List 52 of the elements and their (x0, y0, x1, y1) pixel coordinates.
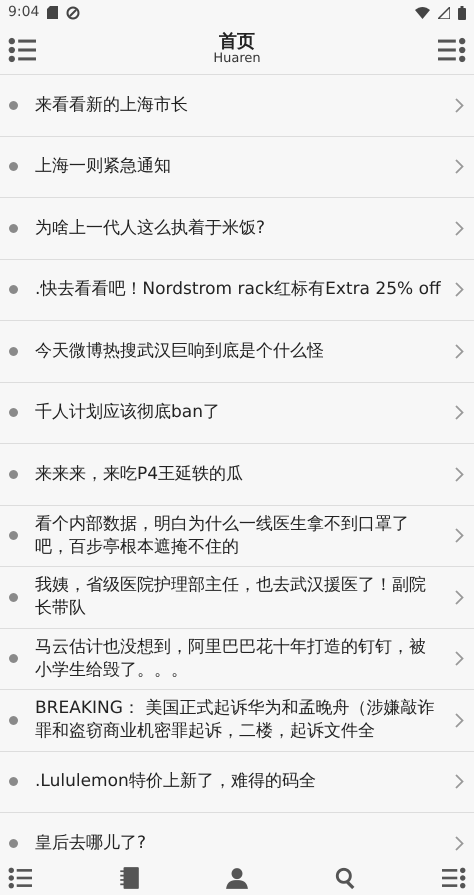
list-item[interactable]: 为啥上一代人这么执着于米饭? (0, 198, 474, 260)
chevron-icon (455, 651, 464, 666)
bullet-icon (9, 285, 18, 294)
chevron-icon (455, 836, 464, 851)
bullet-icon (9, 346, 18, 356)
chevron-icon (455, 282, 464, 298)
wifi-icon (415, 6, 430, 18)
list-item[interactable]: .快去看看吧！Nordstrom rack红标有Extra 25% off (0, 260, 474, 321)
page-subtitle: Huaren (213, 52, 261, 67)
list-item[interactable]: BREAKING： 美国正式起诉华为和孟晚舟（涉嫌敲诈罪和盗窃商业机密罪起诉，二楼，起诉文件全 (0, 690, 474, 752)
chevron-icon (455, 344, 464, 359)
chevron-icon (455, 466, 464, 482)
chevron-icon (455, 590, 464, 605)
menu-icon[interactable] (442, 866, 466, 890)
person-icon[interactable] (225, 866, 249, 890)
list-item[interactable]: 千人计划应该彻底ban了 (0, 382, 474, 444)
list-item[interactable]: .Lululemon特价上新了，难得的码全 (0, 752, 474, 813)
bullet-icon (9, 531, 18, 540)
bullet-icon (9, 838, 18, 848)
list-item[interactable]: 看个内部数据，明白为什么一线医生拿不到口罩了吧，百步亭根本遮掩不住的 (0, 506, 474, 567)
bullet-icon (9, 654, 18, 664)
chevron-icon (455, 712, 464, 728)
sync-icon (66, 6, 80, 20)
chevron-icon (455, 220, 464, 236)
bullet-icon (9, 408, 18, 418)
bullet-icon (9, 100, 18, 110)
bullet-icon (9, 470, 18, 479)
bullet-icon (9, 592, 18, 602)
list-item[interactable]: 今天微博热搜武汉巨响到底是个什么怪 (0, 321, 474, 382)
chevron-icon (455, 159, 464, 174)
list-item[interactable]: 我姨，省级医院护理部主任，也去武汉援医了！副院长带队 (0, 567, 474, 628)
battery-icon (458, 6, 466, 20)
chevron-icon (455, 774, 464, 790)
list-item[interactable]: 来来来，来吃P4王延轶的瓜 (0, 444, 474, 506)
chevron-icon (455, 528, 464, 544)
list-icon[interactable] (8, 866, 32, 890)
menu-icon[interactable] (438, 36, 466, 64)
list-item[interactable]: 上海一则紧急通知 (0, 136, 474, 198)
bullet-icon (9, 777, 18, 786)
signal-icon (438, 6, 450, 18)
list-item[interactable]: 马云估计也没想到，阿里巴巴花十年打造的钉钉，被小学生给毁了。。。 (0, 628, 474, 690)
bullet-icon (9, 716, 18, 725)
list-item[interactable]: 来看看新的上海市长 (0, 75, 474, 136)
page-title: 首页 (218, 32, 256, 52)
sd-card-icon (47, 6, 58, 19)
status-time: 9:04 (8, 3, 40, 22)
search-icon[interactable] (334, 866, 358, 890)
chevron-icon (455, 405, 464, 420)
bullet-icon (9, 162, 18, 172)
list-icon[interactable] (8, 36, 36, 64)
chevron-icon (455, 98, 464, 113)
bullet-icon (9, 224, 18, 233)
